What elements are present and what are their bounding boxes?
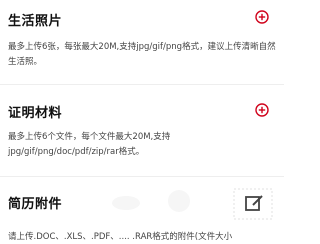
edit-resume-button[interactable]	[233, 188, 273, 220]
plus-circle-icon	[255, 103, 269, 117]
edit-icon	[233, 188, 273, 220]
plus-circle-icon	[255, 10, 269, 24]
divider	[0, 84, 284, 85]
add-life-photo-button[interactable]	[255, 10, 269, 24]
blur-artifact	[168, 190, 190, 212]
section-title-resume-attachment: 简历附件	[8, 197, 63, 212]
add-certificate-button[interactable]	[255, 103, 269, 117]
section-desc-certificates: 最多上传6个文件，每个文件最大20M,支持jpg/gif/png/doc/pdf…	[8, 132, 171, 157]
divider	[0, 176, 284, 177]
blur-artifact	[112, 196, 140, 210]
section-desc-life-photos: 最多上传6张，每张最大20M,支持jpg/gif/png格式，建议上传清晰自然生…	[8, 42, 276, 67]
section-title-life-photos: 生活照片	[8, 14, 63, 29]
section-title-certificates: 证明材料	[8, 106, 63, 121]
section-desc-resume-attachment: 请上传.DOC、.XLS、.PDF、.... .RAR格式的附件(文件大小	[8, 232, 233, 242]
